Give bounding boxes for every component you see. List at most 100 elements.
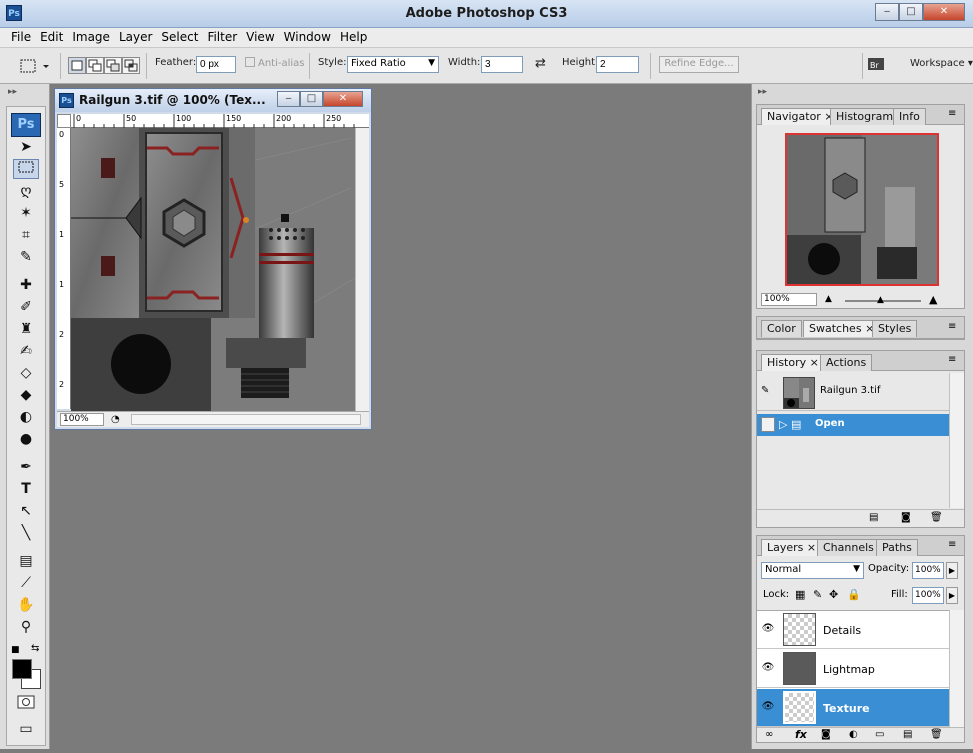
- panel-menu-icon[interactable]: ≡: [948, 108, 956, 119]
- slice-tool-icon[interactable]: ✎: [13, 247, 39, 267]
- menu-file[interactable]: File: [8, 28, 37, 47]
- trash-icon[interactable]: 🗑: [930, 729, 943, 740]
- swap-icon[interactable]: ⇄: [535, 56, 546, 71]
- marquee-preset-picker[interactable]: [18, 56, 52, 76]
- eye-icon[interactable]: 👁: [761, 701, 775, 713]
- feather-input[interactable]: [196, 56, 236, 73]
- tab-channels[interactable]: Channels: [817, 539, 880, 556]
- lock-position-icon[interactable]: ✥: [829, 588, 838, 601]
- notes-tool-icon[interactable]: ▤: [13, 551, 39, 571]
- path-selection-tool-icon[interactable]: ↖: [13, 501, 39, 521]
- fill-field[interactable]: 100%: [912, 587, 944, 604]
- panel-menu-icon[interactable]: ≡: [948, 354, 956, 365]
- eraser-tool-icon[interactable]: ◇: [13, 363, 39, 383]
- doc-maximize-button[interactable]: □: [300, 91, 323, 107]
- screen-mode-icon[interactable]: ▭: [13, 719, 39, 739]
- navigator-preview[interactable]: [785, 133, 939, 286]
- opacity-field[interactable]: 100%: [912, 562, 944, 579]
- tab-styles[interactable]: Styles: [872, 320, 918, 337]
- eye-icon[interactable]: 👁: [761, 662, 775, 674]
- intersect-selection-button[interactable]: [122, 57, 140, 74]
- blend-mode-select[interactable]: Normal ▼: [761, 562, 864, 579]
- lock-transparent-icon[interactable]: ▦: [795, 588, 805, 601]
- menu-filter[interactable]: Filter: [204, 28, 243, 47]
- panel-menu-icon[interactable]: ≡: [948, 539, 956, 550]
- link-layers-icon[interactable]: ∞: [765, 729, 773, 740]
- line-tool-icon[interactable]: ╲: [13, 523, 39, 543]
- layer-row-details[interactable]: 👁 Details: [757, 611, 949, 649]
- tab-histogram[interactable]: Histogram: [830, 108, 900, 125]
- layers-scrollbar[interactable]: [949, 610, 964, 727]
- bridge-icon[interactable]: Br: [867, 55, 889, 76]
- doc-close-button[interactable]: ✕: [323, 91, 363, 107]
- foreground-color-swatch[interactable]: [12, 659, 32, 679]
- zoom-in-icon[interactable]: ▲: [929, 293, 937, 306]
- adjustment-layer-icon[interactable]: ◐: [849, 729, 858, 740]
- marquee-tool-icon[interactable]: [13, 159, 39, 179]
- ruler-origin[interactable]: [57, 114, 71, 128]
- zoom-slider-thumb[interactable]: ▲: [877, 295, 884, 305]
- tab-paths[interactable]: Paths: [876, 539, 918, 556]
- lock-image-icon[interactable]: ✎: [813, 588, 822, 601]
- menu-image[interactable]: Image: [69, 28, 116, 47]
- zoom-out-icon[interactable]: ▲: [825, 294, 832, 304]
- zoom-tool-icon[interactable]: ⚲: [13, 617, 39, 637]
- layer-row-texture[interactable]: 👁 Texture: [757, 689, 949, 727]
- style-select[interactable]: Fixed Ratio ▼: [347, 56, 439, 73]
- tab-info[interactable]: Info: [893, 108, 926, 125]
- collapse-icon[interactable]: ▸▸: [758, 87, 767, 97]
- healing-brush-tool-icon[interactable]: ✚: [13, 275, 39, 295]
- menu-window[interactable]: Window: [281, 28, 337, 47]
- menu-edit[interactable]: Edit: [37, 28, 69, 47]
- refine-edge-button[interactable]: Refine Edge...: [659, 56, 739, 73]
- trash-icon[interactable]: 🗑: [930, 512, 943, 523]
- move-tool-icon[interactable]: ➤: [13, 137, 39, 157]
- document-title-bar[interactable]: Ps Railgun 3.tif @ 100% (Tex... ‒ □ ✕: [55, 89, 371, 112]
- blur-tool-icon[interactable]: ◐: [13, 407, 39, 427]
- tab-color[interactable]: Color: [761, 320, 802, 337]
- pen-tool-icon[interactable]: ✒: [13, 457, 39, 477]
- info-arrow-icon[interactable]: ◔: [111, 414, 120, 425]
- subtract-selection-button[interactable]: [104, 57, 122, 74]
- close-tab-icon[interactable]: ×: [810, 356, 819, 369]
- horizontal-scrollbar[interactable]: [131, 414, 361, 425]
- history-state-row[interactable]: ▷ ▤ Open: [757, 414, 949, 436]
- layer-row-lightmap[interactable]: 👁 Lightmap: [757, 650, 949, 688]
- swap-colors-icon[interactable]: ⇆: [31, 643, 39, 654]
- default-colors-icon[interactable]: ■: [11, 645, 20, 655]
- navigator-zoom-field[interactable]: 100%: [761, 293, 817, 306]
- hand-tool-icon[interactable]: ✋: [13, 595, 39, 615]
- history-brush-tool-icon[interactable]: ✍: [13, 341, 39, 361]
- antialias-checkbox[interactable]: Anti-alias: [245, 57, 305, 69]
- collapse-icon[interactable]: ▸▸: [8, 87, 17, 97]
- image-canvas[interactable]: [71, 128, 355, 411]
- menu-layer[interactable]: Layer: [116, 28, 158, 47]
- height-input[interactable]: [596, 56, 639, 73]
- add-mask-icon[interactable]: ◙: [821, 729, 831, 740]
- tab-swatches[interactable]: Swatches ×: [803, 320, 881, 337]
- new-snapshot-icon[interactable]: ◙: [901, 512, 911, 523]
- tab-actions[interactable]: Actions: [820, 354, 873, 371]
- opacity-slider-arrow[interactable]: ▶: [946, 562, 958, 579]
- new-document-from-state-icon[interactable]: ▤: [869, 512, 878, 523]
- menu-view[interactable]: View: [243, 28, 280, 47]
- tab-history[interactable]: History ×: [761, 354, 825, 371]
- workspace-menu[interactable]: Workspace ▾: [910, 58, 973, 69]
- menu-select[interactable]: Select: [158, 28, 204, 47]
- width-input[interactable]: [481, 56, 523, 73]
- new-group-icon[interactable]: ▭: [875, 729, 884, 740]
- dodge-tool-icon[interactable]: ●: [13, 429, 39, 449]
- clone-stamp-tool-icon[interactable]: ♜: [13, 319, 39, 339]
- new-layer-icon[interactable]: ▤: [903, 729, 912, 740]
- magic-wand-tool-icon[interactable]: ✶: [13, 203, 39, 223]
- new-selection-button[interactable]: [68, 57, 86, 74]
- lock-all-icon[interactable]: 🔒: [847, 588, 861, 601]
- eye-icon[interactable]: 👁: [761, 623, 775, 635]
- brush-tool-icon[interactable]: ✐: [13, 297, 39, 317]
- menu-help[interactable]: Help: [337, 28, 373, 47]
- tab-navigator[interactable]: Navigator ×: [761, 108, 840, 125]
- fill-slider-arrow[interactable]: ▶: [946, 587, 958, 604]
- doc-minimize-button[interactable]: ‒: [277, 91, 300, 107]
- eyedropper-tool-icon[interactable]: ⟋: [13, 573, 39, 593]
- maximize-button[interactable]: □: [899, 3, 923, 21]
